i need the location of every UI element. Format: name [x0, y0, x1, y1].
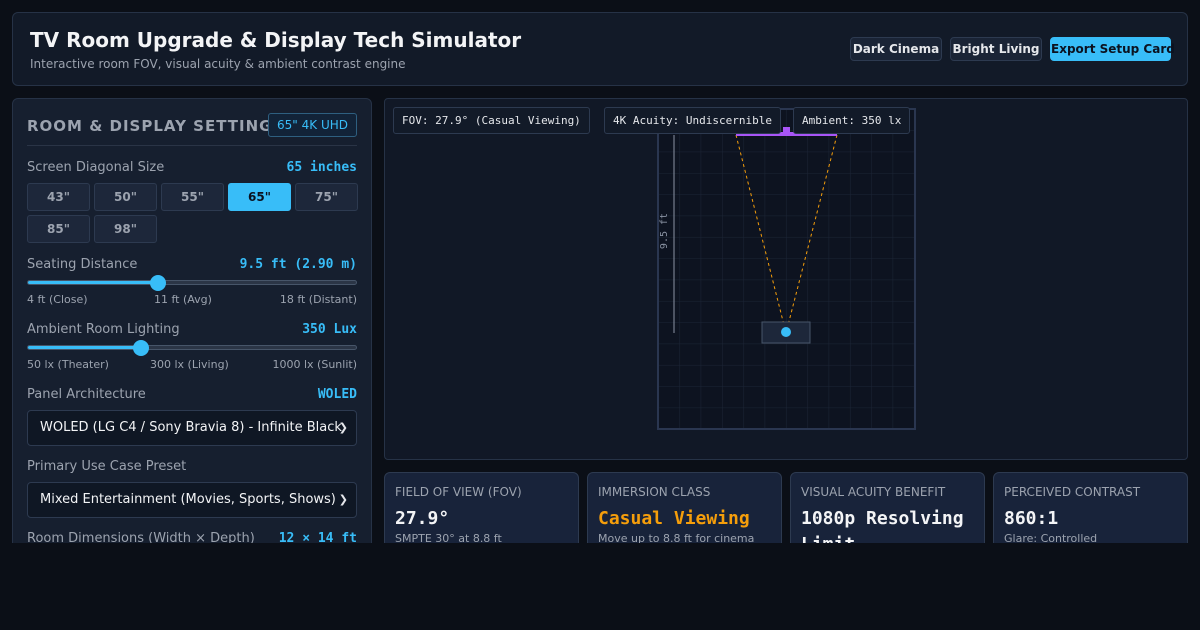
seating-distance-slider[interactable] [27, 275, 357, 291]
fov-card-label: FIELD OF VIEW (FOV) [395, 485, 522, 499]
seating-distance-label: Seating Distance [27, 257, 138, 272]
acuity-card-label: VISUAL ACUITY BENEFIT [801, 485, 946, 499]
panel-architecture-select[interactable]: WOLED (LG C4 / Sony Bravia 8) - Infinite… [27, 410, 357, 446]
settings-panel-title: ROOM & DISPLAY SETTINGS [27, 117, 285, 135]
panel-architecture-label: Panel Architecture [27, 387, 146, 402]
fov-card: FIELD OF VIEW (FOV) 27.9° SMPTE 30° at 8… [384, 472, 579, 543]
ambient-lighting-slider[interactable] [27, 340, 357, 356]
ambient-lighting-value: 350 Lux [302, 322, 357, 337]
immersion-card-note: Move up to 8.8 ft for cinema [598, 532, 755, 543]
seating-distance-fill [28, 281, 158, 284]
panel-divider [27, 145, 357, 146]
panel-architecture-value: WOLED [317, 387, 357, 402]
screen-size-option[interactable]: 43" [27, 183, 90, 211]
screen-size-option[interactable]: 98" [94, 215, 157, 243]
screen-size-value: 65 inches [286, 160, 357, 175]
display-badge: 65" 4K UHD [268, 113, 357, 137]
lighting-tick-max: 1000 lx (Sunlit) [272, 358, 358, 371]
seating-tick-min: 4 ft (Close) [27, 293, 88, 306]
screen-size-option[interactable]: 65" [228, 183, 291, 211]
content-viewport[interactable]: ROOM & DISPLAY SETTINGS 65" 4K UHD Scree… [0, 0, 1200, 543]
screen-size-option[interactable]: 85" [27, 215, 90, 243]
lighting-tick-min: 50 lx (Theater) [27, 358, 109, 371]
screen-size-option[interactable]: 50" [94, 183, 157, 211]
use-case-selected: Mixed Entertainment (Movies, Sports, Sho… [40, 492, 336, 507]
use-case-select[interactable]: Mixed Entertainment (Movies, Sports, Sho… [27, 482, 357, 518]
screen-size-label: Screen Diagonal Size [27, 160, 165, 175]
seating-tick-mid: 11 ft (Avg) [154, 293, 212, 306]
viewer-position[interactable] [781, 327, 791, 337]
fov-card-note: SMPTE 30° at 8.8 ft [395, 532, 502, 543]
seating-distance-value: 9.5 ft (2.90 m) [239, 257, 357, 272]
panel-architecture-selected: WOLED (LG C4 / Sony Bravia 8) - Infinite… [40, 420, 342, 435]
fov-tag: FOV: 27.9° (Casual Viewing) [393, 107, 590, 134]
screen-size-option[interactable]: 75" [295, 183, 358, 211]
room-floorplan: 9.5 ft [657, 108, 916, 430]
room-dimensions-label: Room Dimensions (Width × Depth) [27, 531, 255, 543]
immersion-card-label: IMMERSION CLASS [598, 485, 711, 499]
fov-card-value: 27.9° [395, 508, 450, 529]
room-visualizer[interactable]: 9.5 ft FOV: 27.9° (Casual Viewing) 4K Ac… [384, 98, 1188, 460]
acuity-card-value: 1080p Resolving Limit [801, 508, 964, 543]
distance-label: 9.5 ft [659, 213, 670, 249]
seating-tick-max: 18 ft (Distant) [279, 293, 357, 306]
ambient-lighting-thumb[interactable] [132, 340, 149, 356]
contrast-card-label: PERCEIVED CONTRAST [1004, 485, 1141, 499]
ambient-lighting-fill [28, 346, 141, 349]
acuity-tag: 4K Acuity: Undiscernible [604, 107, 781, 134]
room-dimensions-value: 12 × 14 ft [278, 531, 357, 543]
immersion-card: IMMERSION CLASS Casual Viewing Move up t… [587, 472, 782, 543]
room-display-settings-panel: ROOM & DISPLAY SETTINGS 65" 4K UHD Scree… [12, 98, 372, 543]
acuity-card: VISUAL ACUITY BENEFIT 1080p Resolving Li… [790, 472, 985, 543]
chevron-down-icon: ❯ [338, 493, 348, 506]
tv-stand [783, 127, 790, 134]
lighting-tick-mid: 300 lx (Living) [150, 358, 229, 371]
ambient-tag: Ambient: 350 lx [793, 107, 911, 134]
chevron-down-icon: ❯ [338, 421, 348, 434]
contrast-card-note: Glare: Controlled [1004, 532, 1098, 543]
room-grid [658, 109, 915, 429]
screen-size-option[interactable]: 55" [161, 183, 224, 211]
contrast-card-value: 860:1 [1004, 508, 1059, 529]
use-case-label: Primary Use Case Preset [27, 459, 187, 474]
ambient-lighting-label: Ambient Room Lighting [27, 322, 180, 337]
immersion-card-value: Casual Viewing [598, 508, 750, 529]
contrast-card: PERCEIVED CONTRAST 860:1 Glare: Controll… [993, 472, 1188, 543]
seating-distance-thumb[interactable] [149, 275, 166, 291]
